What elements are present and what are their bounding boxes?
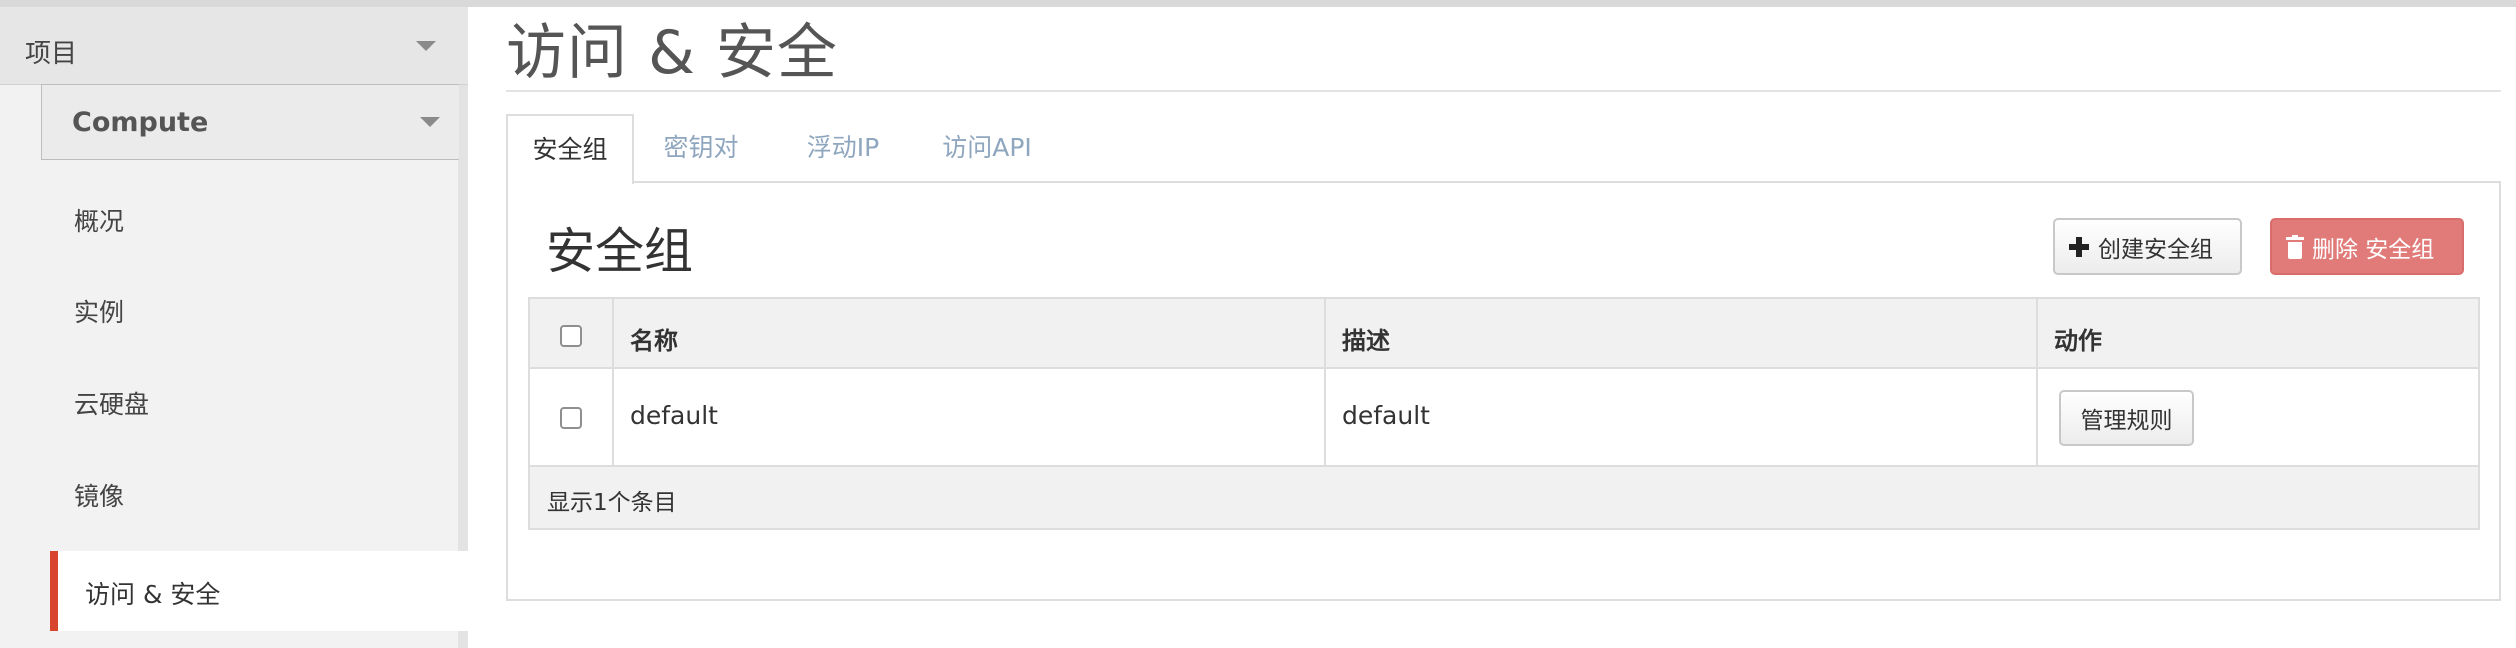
tab-api-access[interactable]: 访问API bbox=[922, 114, 1052, 182]
sidebar-item-label: 访问 & 安全 bbox=[85, 580, 221, 609]
title-divider bbox=[506, 90, 2501, 92]
table-header-row: 名称 描述 动作 bbox=[530, 299, 2478, 369]
delete-button-label: 删除 安全组 bbox=[2312, 236, 2435, 263]
sidebar-item-instances[interactable]: 实例 bbox=[74, 293, 124, 329]
select-all-checkbox[interactable] bbox=[560, 325, 582, 347]
create-security-group-button[interactable]: 创建安全组 bbox=[2053, 218, 2242, 275]
sidebar-sub-header-label: Compute bbox=[72, 107, 209, 138]
delete-security-group-button[interactable]: 删除 安全组 bbox=[2270, 218, 2464, 275]
row-checkbox[interactable] bbox=[560, 407, 582, 429]
chevron-down-icon bbox=[420, 117, 440, 127]
tab-key-pairs[interactable]: 密钥对 bbox=[646, 114, 756, 182]
table-row: default default 管理规则 bbox=[530, 369, 2478, 467]
create-button-label: 创建安全组 bbox=[2098, 236, 2213, 263]
cell-description: default bbox=[1342, 401, 1430, 430]
tab-security-groups[interactable]: 安全组 bbox=[506, 114, 634, 184]
sidebar-item-access-security[interactable]: 访问 & 安全 bbox=[50, 551, 468, 631]
item-count-text: 显示1个条目 bbox=[547, 490, 677, 516]
tab-floating-ips[interactable]: 浮动IP bbox=[778, 114, 908, 182]
column-divider bbox=[1324, 299, 1326, 467]
section-title: 安全组 bbox=[546, 223, 694, 280]
column-header-actions: 动作 bbox=[2054, 327, 2102, 355]
table-footer: 显示1个条目 bbox=[530, 467, 2478, 528]
column-header-description[interactable]: 描述 bbox=[1342, 321, 1390, 356]
chevron-down-icon bbox=[416, 41, 436, 51]
sidebar-compute-header[interactable]: Compute bbox=[41, 84, 459, 160]
trash-icon bbox=[2286, 234, 2304, 259]
security-groups-table: 名称 描述 动作 default default 管理规则 显示1个条目 bbox=[528, 297, 2480, 530]
page-title: 访问 & 安全 bbox=[506, 18, 838, 88]
cell-name: default bbox=[630, 401, 718, 430]
sidebar-item-overview[interactable]: 概况 bbox=[74, 202, 124, 238]
column-divider bbox=[2036, 299, 2038, 467]
column-divider bbox=[612, 299, 614, 467]
sidebar-item-volumes[interactable]: 云硬盘 bbox=[74, 385, 149, 421]
sidebar-item-images[interactable]: 镜像 bbox=[74, 477, 124, 513]
manage-rules-button[interactable]: 管理规则 bbox=[2059, 390, 2194, 446]
sidebar-project-header[interactable]: 项目 bbox=[0, 7, 468, 85]
column-header-name[interactable]: 名称 bbox=[630, 321, 678, 356]
top-bar bbox=[0, 0, 2516, 7]
sidebar-header-label: 项目 bbox=[25, 39, 78, 69]
plus-icon bbox=[2069, 236, 2089, 257]
